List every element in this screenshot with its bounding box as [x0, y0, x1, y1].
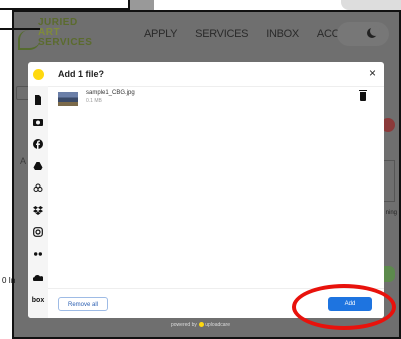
uploadcare-logo-icon [33, 69, 44, 80]
moon-icon [367, 26, 380, 38]
site-logo[interactable]: JURIED ART SERVICES [18, 18, 102, 54]
instagram-icon[interactable] [32, 226, 44, 238]
background-partial-text: 0 In [2, 276, 16, 285]
powered-by-brand: uploadcare [205, 322, 230, 328]
file-thumbnail [58, 92, 78, 106]
powered-by-footer[interactable]: powered by uploadcare [0, 322, 401, 328]
background-label: A [20, 156, 27, 166]
flickr-icon[interactable] [32, 248, 44, 260]
file-size: 0.1 MB [86, 98, 102, 104]
nav-inbox[interactable]: INBOX [266, 28, 299, 40]
site-header: JURIED ART SERVICES APPLY SERVICES INBOX… [14, 12, 399, 56]
frame-line [0, 8, 130, 10]
upload-dialog: Add 1 file? × box sample1_CBG.jpg 0.1 MB… [28, 62, 384, 318]
box-icon[interactable]: box [32, 294, 44, 306]
dialog-title: Add 1 file? [58, 69, 105, 79]
logo-line-3: SERVICES [38, 37, 93, 48]
file-list-item: sample1_CBG.jpg 0.1 MB [58, 88, 376, 110]
dropbox-icon[interactable] [32, 204, 44, 216]
onedrive-icon[interactable] [32, 272, 44, 284]
nav-apply[interactable]: APPLY [144, 28, 177, 40]
dialog-header: Add 1 file? × [28, 62, 384, 87]
frame-box [130, 0, 154, 10]
google-photos-icon[interactable] [32, 182, 44, 194]
remove-all-button[interactable]: Remove all [58, 297, 108, 311]
close-icon[interactable]: × [369, 66, 376, 80]
facebook-icon[interactable] [32, 138, 44, 150]
file-name: sample1_CBG.jpg [86, 90, 135, 96]
nav-services[interactable]: SERVICES [195, 28, 248, 40]
google-drive-icon[interactable] [32, 160, 44, 172]
frame-pill [341, 0, 401, 10]
theme-toggle[interactable] [337, 22, 389, 46]
uploadcare-mini-icon [199, 322, 205, 328]
powered-by-text: powered by [171, 322, 197, 328]
source-sidebar: box [28, 86, 48, 318]
logo-swoosh-icon [18, 30, 40, 50]
background-partial-label: ning [385, 210, 397, 216]
local-file-icon[interactable] [32, 94, 44, 106]
camera-icon[interactable] [32, 116, 44, 128]
trash-icon[interactable] [359, 90, 367, 101]
main-nav: APPLY SERVICES INBOX ACCOUNT [144, 28, 370, 40]
